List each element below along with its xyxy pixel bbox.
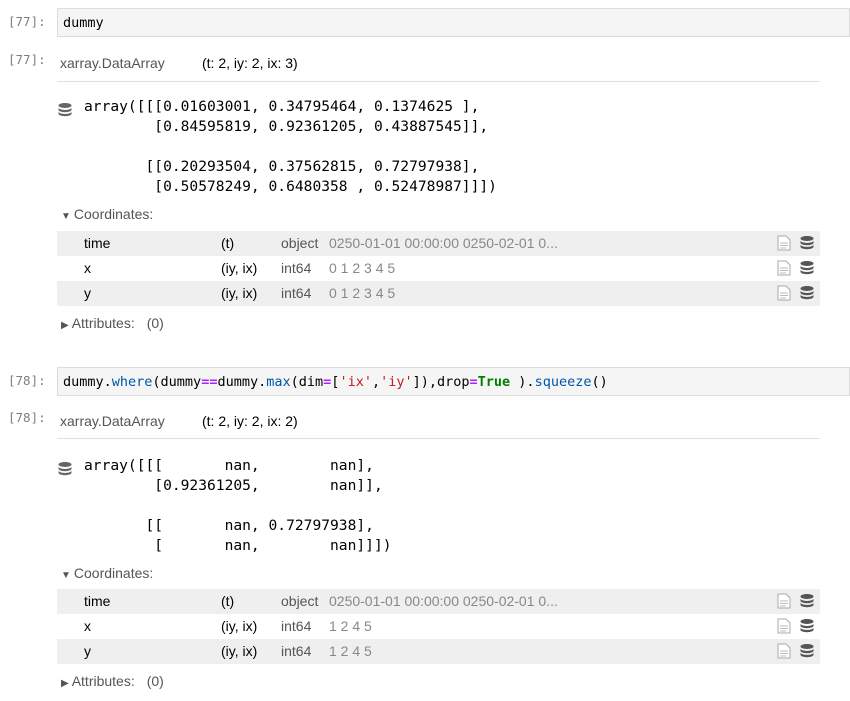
code-input-cell[interactable]: dummy.where(dummy==dummy.max(dim=['ix','… (57, 367, 850, 396)
input-prompt: [78]: (8, 373, 46, 388)
attributes-count: (0) (146, 673, 164, 689)
file-text-icon[interactable] (777, 285, 791, 301)
coordinates-label: Coordinates: (73, 206, 154, 222)
database-icon[interactable] (799, 260, 815, 276)
coord-preview: 0250-01-01 00:00:00 0250-02-01 0... (329, 593, 558, 609)
input-prompt: [77]: (8, 14, 46, 29)
file-text-icon[interactable] (777, 260, 791, 276)
coord-row: x (iy, ix) int64 1 2 4 5 (57, 614, 820, 639)
output-prompt: [77]: (8, 52, 46, 67)
database-icon[interactable] (799, 235, 815, 251)
coord-preview: 1 2 4 5 (329, 618, 372, 634)
coord-dtype: int64 (281, 260, 312, 276)
xr-type-label: xarray.DataArray (60, 413, 165, 429)
coord-dims: (iy, ix) (221, 618, 258, 634)
xr-dims-label: (t: 2, iy: 2, ix: 2) (202, 413, 298, 429)
coordinates-section-header[interactable]: ▼ Coordinates: (61, 565, 153, 581)
attributes-section-header[interactable]: ▶ Attributes: (0) (61, 315, 164, 331)
triangle-right-icon: ▶ (61, 678, 69, 689)
coord-name: x (84, 260, 91, 276)
attributes-label: Attributes: (71, 315, 135, 331)
coord-dtype: int64 (281, 643, 312, 659)
coord-dims: (iy, ix) (221, 643, 258, 659)
coord-dtype: int64 (281, 618, 312, 634)
attributes-label: Attributes: (71, 673, 135, 689)
coord-preview: 1 2 4 5 (329, 643, 372, 659)
code-text: dummy.where(dummy==dummy.max(dim=['ix','… (63, 374, 608, 390)
file-text-icon[interactable] (777, 235, 791, 251)
coord-name: time (84, 235, 111, 251)
coord-dims: (iy, ix) (221, 260, 258, 276)
coord-name: x (84, 618, 91, 634)
file-text-icon[interactable] (777, 593, 791, 609)
coordinates-label: Coordinates: (73, 565, 154, 581)
triangle-down-icon: ▼ (61, 211, 71, 222)
coord-dtype: int64 (281, 285, 312, 301)
coord-row: y (iy, ix) int64 0 1 2 3 4 5 (57, 281, 820, 306)
output-prompt: [78]: (8, 410, 46, 425)
coord-dtype: object (281, 593, 319, 609)
coord-row: time (t) object 0250-01-01 00:00:00 0250… (57, 231, 820, 256)
coord-dims: (t) (221, 235, 235, 251)
file-text-icon[interactable] (777, 643, 791, 659)
divider (57, 81, 820, 82)
triangle-right-icon: ▶ (61, 320, 69, 331)
coord-preview: 0 1 2 3 4 5 (329, 285, 396, 301)
attributes-section-header[interactable]: ▶ Attributes: (0) (61, 673, 164, 689)
coord-preview: 0250-01-01 00:00:00 0250-02-01 0... (329, 235, 558, 251)
database-icon[interactable] (799, 643, 815, 659)
code-input-cell[interactable]: dummy (57, 8, 850, 37)
database-icon[interactable] (799, 618, 815, 634)
triangle-down-icon: ▼ (61, 570, 71, 581)
divider (57, 438, 820, 439)
array-repr: array([[[ nan, nan], [0.92361205, nan]],… (84, 457, 392, 554)
coord-dtype: object (281, 235, 319, 251)
coord-dims: (iy, ix) (221, 285, 258, 301)
code-text: dummy (63, 15, 104, 31)
database-icon[interactable] (799, 285, 815, 301)
coord-row: x (iy, ix) int64 0 1 2 3 4 5 (57, 256, 820, 281)
coord-dims: (t) (221, 593, 235, 609)
coord-name: y (84, 643, 91, 659)
database-icon[interactable] (57, 102, 73, 118)
xr-dims-label: (t: 2, iy: 2, ix: 3) (202, 55, 298, 71)
coord-row: y (iy, ix) int64 1 2 4 5 (57, 639, 820, 664)
xr-type-label: xarray.DataArray (60, 55, 165, 71)
coord-name: time (84, 593, 111, 609)
coord-name: y (84, 285, 91, 301)
file-text-icon[interactable] (777, 618, 791, 634)
coord-preview: 0 1 2 3 4 5 (329, 260, 396, 276)
database-icon[interactable] (799, 593, 815, 609)
coordinates-section-header[interactable]: ▼ Coordinates: (61, 206, 153, 222)
database-icon[interactable] (57, 461, 73, 477)
attributes-count: (0) (146, 315, 164, 331)
array-repr: array([[[0.01603001, 0.34795464, 0.13746… (84, 98, 497, 195)
coord-row: time (t) object 0250-01-01 00:00:00 0250… (57, 589, 820, 614)
